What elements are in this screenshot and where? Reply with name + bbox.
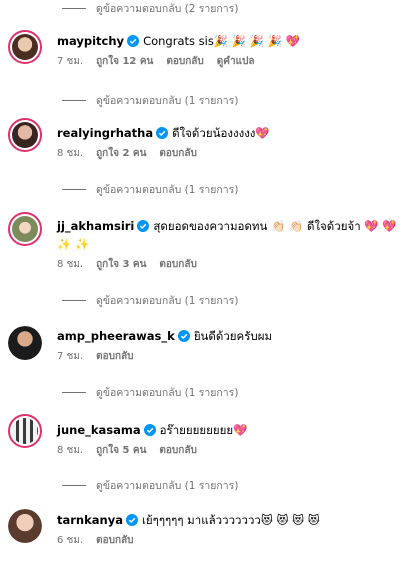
verified-badge-icon [143,424,156,436]
verified-badge-icon [137,220,150,232]
timestamp: 7 ชม. [57,351,84,362]
reply-button[interactable]: ตอบกลับ [96,532,133,550]
divider-line [62,189,86,190]
likes-count[interactable]: ถูกใจ 5 คน [96,442,146,460]
view-replies-button[interactable]: ดูข้อความตอบกลับ (1 รายการ) [62,477,238,494]
username[interactable]: realyingrhatha [57,126,153,140]
divider-line [62,8,86,9]
username[interactable]: amp_pheerawas_k [57,329,175,343]
view-replies-button[interactable]: ดูข้อความตอบกลับ (1 รายการ) [62,92,238,109]
avatar[interactable] [8,212,42,246]
avatar[interactable] [8,509,42,543]
timestamp: 8 ชม. [57,445,84,456]
comment-text: อร๊ายยยยยยยย💖 [159,423,248,437]
verified-badge-icon [156,127,169,139]
reply-button[interactable]: ตอบกลับ [166,53,203,71]
comment-text: เย้ๆๆๆๆๆ มาแล้ววววววว😻 😻 😻 😻 [141,513,320,527]
username[interactable]: june_kasama [57,423,141,437]
view-replies-label: ดูข้อความตอบกลับ (1 รายการ) [96,387,239,399]
comment-text: Congrats sis🎉 🎉 🎉 🎉 💖 [143,34,301,48]
verified-badge-icon [177,330,190,342]
divider-line [62,485,86,486]
avatar[interactable] [8,118,42,152]
view-replies-label: ดูข้อความตอบกลับ (1 รายการ) [96,184,239,196]
username[interactable]: jj_akhamsiri [57,219,134,233]
divider-line [62,100,86,101]
translate-button[interactable]: ดูคำแปล [217,53,255,71]
view-replies-label: ดูข้อความตอบกลับ (1 รายการ) [96,95,239,107]
reply-button[interactable]: ตอบกลับ [159,442,196,460]
username[interactable]: maypitchy [57,34,124,48]
verified-badge-icon [125,514,138,526]
avatar[interactable] [8,414,42,448]
view-replies-label: ดูข้อความตอบกลับ (1 รายการ) [96,295,239,307]
comment-text: ดีใจด้วยน้องงงงง💖 [172,126,270,140]
verified-badge-icon [127,35,140,47]
avatar[interactable] [8,30,42,64]
timestamp: 7 ชม. [57,56,84,67]
divider-line [62,300,86,301]
reply-button[interactable]: ตอบกลับ [96,348,133,366]
timestamp: 8 ชม. [57,259,84,270]
divider-line [62,392,86,393]
username[interactable]: tarnkanya [57,513,123,527]
view-replies-top[interactable]: ดูข้อความตอบกลับ (2 รายการ) [62,0,238,17]
view-replies-label: ดูข้อความตอบกลับ (1 รายการ) [96,480,239,492]
likes-count[interactable]: ถูกใจ 12 คน [96,53,153,71]
view-replies-label: ดูข้อความตอบกลับ (2 รายการ) [96,3,239,15]
comment-text: ยินดีด้วยครับผม [193,329,273,343]
view-replies-button[interactable]: ดูข้อความตอบกลับ (1 รายการ) [62,181,238,198]
likes-count[interactable]: ถูกใจ 3 คน [96,256,146,274]
timestamp: 6 ชม. [57,535,84,546]
likes-count[interactable]: ถูกใจ 2 คน [96,145,146,163]
view-replies-button[interactable]: ดูข้อความตอบกลับ (1 รายการ) [62,384,238,401]
timestamp: 8 ชม. [57,148,84,159]
view-replies-button[interactable]: ดูข้อความตอบกลับ (1 รายการ) [62,292,238,309]
reply-button[interactable]: ตอบกลับ [159,145,196,163]
reply-button[interactable]: ตอบกลับ [159,256,196,274]
avatar[interactable] [8,326,42,360]
